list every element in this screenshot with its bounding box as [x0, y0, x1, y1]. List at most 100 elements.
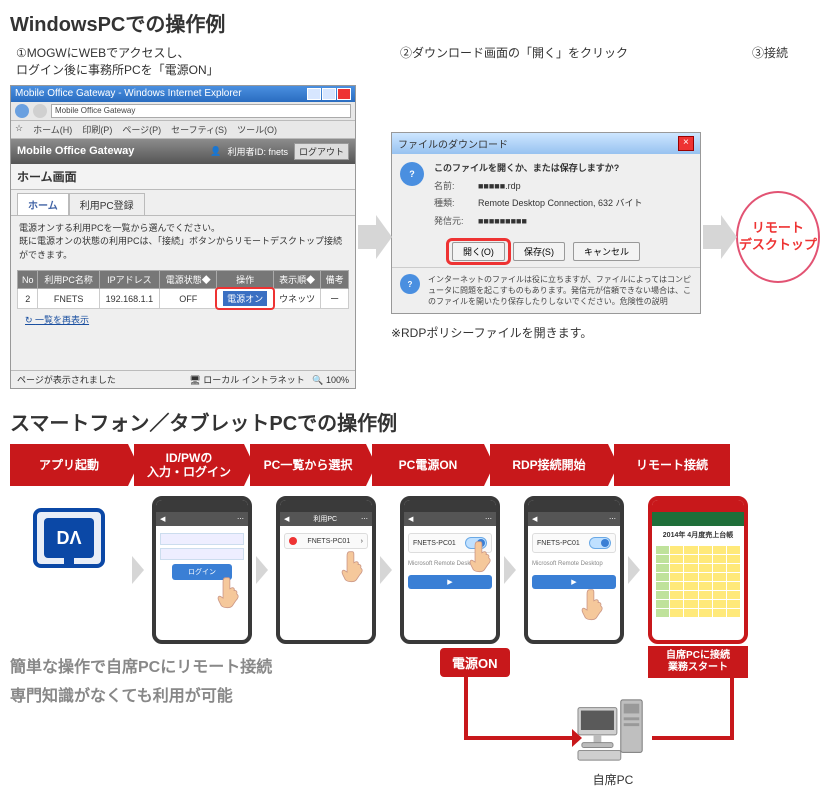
- step-app-launch: アプリ起動: [10, 444, 128, 486]
- reload-link[interactable]: 一覧を再表示: [17, 309, 97, 330]
- app-logo-text: DΛ: [44, 518, 94, 558]
- home-heading: ホーム画面: [11, 164, 355, 190]
- step1-label: ①MOGWにWEBでアクセスし、 ログイン後に事務所PCを「電源ON」: [10, 45, 390, 79]
- forward-icon[interactable]: [33, 104, 47, 118]
- ie-toolbar: Mobile Office Gateway: [11, 102, 355, 121]
- chevron-right-icon: ›: [361, 538, 363, 545]
- save-button[interactable]: 保存(S): [513, 242, 565, 261]
- menu-tools[interactable]: ツール(O): [237, 123, 277, 136]
- address-bar[interactable]: Mobile Office Gateway: [51, 104, 351, 118]
- dialog-title: ファイルのダウンロード: [398, 136, 508, 151]
- rdp-start-button[interactable]: ▶: [408, 575, 492, 589]
- cell-ip: 192.168.1.1: [99, 289, 159, 309]
- mobile-steps: アプリ起動 ID/PWの 入力・ログイン PC一覧から選択 PC電源ON RDP…: [10, 444, 820, 486]
- power-on-chip: 電源ON: [440, 648, 510, 677]
- col-power: 電源状態◆: [160, 271, 217, 289]
- step-pc-power: PC電源ON: [372, 444, 484, 486]
- power-on-button[interactable]: 電源オン: [223, 291, 267, 306]
- cell-order: ウネッツ: [273, 289, 321, 309]
- ie-title-text: Mobile Office Gateway - Windows Internet…: [15, 88, 242, 99]
- phone-remote: 2014年 4月度売上台帳: [648, 496, 748, 644]
- hand-icon: [340, 550, 366, 584]
- step3-label: ③接続: [720, 45, 820, 79]
- chevron-right-icon: [132, 556, 148, 584]
- hand-icon: [468, 540, 494, 574]
- table-row: 2 FNETS 192.168.1.1 OFF 電源オン ウネッツ ー: [18, 289, 349, 309]
- section1-title: WindowsPCでの操作例: [10, 8, 820, 37]
- flow-line: [652, 736, 734, 740]
- col-name: 利用PC名称: [38, 271, 99, 289]
- download-dialog: ファイルのダウンロード × ? このファイルを開くか、または保存しますか? 名前…: [391, 132, 701, 314]
- cell-remark: ー: [321, 289, 349, 309]
- cell-power: OFF: [160, 289, 217, 309]
- summary-text: 簡単な操作で自席PCにリモート接続 専門知識がなくても利用が可能: [10, 654, 272, 712]
- phone-pc-list: ◀利用PC⋯ FNETS-PC01›: [276, 496, 376, 644]
- step-rdp-start: RDP接続開始: [490, 444, 608, 486]
- remote-desktop-circle: リモート デスクトップ: [736, 191, 820, 283]
- ie-statusbar: ページが表示されました 🖥 ローカル イントラネット 🔍 100%: [11, 370, 355, 388]
- pc-table: No 利用PC名称 IPアドレス 電源状態◆ 操作 表示順◆ 備考 2 FNET…: [17, 270, 349, 309]
- ie-window: Mobile Office Gateway - Windows Internet…: [10, 85, 356, 390]
- col-remark: 備考: [321, 271, 349, 289]
- flow-line: [464, 674, 468, 740]
- close-icon[interactable]: [337, 88, 351, 100]
- hand-icon: [216, 576, 242, 610]
- hand-icon: [580, 588, 606, 622]
- warning-text: インターネットのファイルは役に立ちますが、ファイルによってはコンピュータに問題を…: [428, 274, 692, 307]
- ie-titlebar: Mobile Office Gateway - Windows Internet…: [11, 86, 355, 102]
- logout-button[interactable]: ログアウト: [294, 143, 349, 160]
- app-icon: DΛ: [33, 508, 105, 568]
- chevron-right-icon: [380, 556, 396, 584]
- status-zone: ローカル イントラネット: [203, 375, 305, 385]
- menu-print[interactable]: 印刷(P): [82, 123, 112, 136]
- arrow-up-icon: [723, 666, 741, 676]
- menu-page[interactable]: ページ(P): [122, 123, 161, 136]
- section2-title: スマートフォン／タブレットPCでの操作例: [10, 407, 820, 436]
- phone-rdp: ◀⋯ FNETS-PC01 Microsoft Remote Desktop ▶: [524, 496, 624, 644]
- desktop-pc-icon: [574, 694, 652, 766]
- rdp-start-button[interactable]: ▶: [532, 575, 616, 589]
- cancel-button[interactable]: キャンセル: [573, 242, 640, 261]
- menu-home[interactable]: ホーム(H): [33, 123, 72, 136]
- dialog-titlebar: ファイルのダウンロード ×: [392, 133, 700, 154]
- mogw-header: Mobile Office Gateway 👤 利用者ID: fnets ログア…: [11, 139, 355, 164]
- list-item[interactable]: FNETS-PC01›: [284, 533, 368, 549]
- list-item[interactable]: FNETS-PC01: [532, 533, 616, 553]
- status-dot-icon: [289, 537, 297, 545]
- name-value: ■■■■■.rdp: [478, 180, 521, 194]
- name-label: 名前:: [434, 180, 472, 194]
- arrow-right-icon: [703, 207, 734, 267]
- chevron-right-icon: [628, 556, 644, 584]
- type-label: 種類:: [434, 197, 472, 211]
- from-label: 発信元:: [434, 215, 472, 229]
- tab-bar: ホーム 利用PC登録: [17, 193, 349, 215]
- minimize-icon[interactable]: [307, 88, 321, 100]
- col-ip: IPアドレス: [99, 271, 159, 289]
- dialog-close-icon[interactable]: ×: [678, 136, 694, 151]
- flow-line: [730, 674, 734, 740]
- tab-register-pc[interactable]: 利用PC登録: [69, 193, 145, 215]
- app-name: Mobile Office Gateway: [17, 145, 134, 157]
- chevron-right-icon: [504, 556, 520, 584]
- type-value: Remote Desktop Connection, 632 バイト: [478, 197, 643, 211]
- back-icon[interactable]: [15, 104, 29, 118]
- zone-icon: 🖥: [189, 375, 200, 385]
- cell-name: FNETS: [38, 289, 99, 309]
- power-toggle[interactable]: [589, 537, 611, 549]
- info-icon: ?: [400, 274, 420, 294]
- arrow-right-icon: [358, 207, 389, 267]
- tab-home[interactable]: ホーム: [17, 193, 69, 215]
- id-field[interactable]: [160, 533, 244, 545]
- rdp-note: ※RDPポリシーファイルを開きます。: [391, 324, 701, 341]
- dialog-question: このファイルを開くか、または保存しますか?: [434, 162, 692, 176]
- maximize-icon[interactable]: [322, 88, 336, 100]
- flow-line: [464, 736, 572, 740]
- col-no: No: [18, 271, 38, 289]
- favorites-icon[interactable]: ☆: [15, 123, 23, 136]
- menu-safety[interactable]: セーフティ(S): [171, 123, 227, 136]
- open-button[interactable]: 開く(O): [452, 242, 505, 261]
- pw-field[interactable]: [160, 548, 244, 560]
- col-op: 操作: [217, 271, 273, 289]
- dialog-buttons: 開く(O) 保存(S) キャンセル: [392, 236, 700, 267]
- instructions-text: 電源オンする利用PCを一覧から選んでください。 既に電源オンの状態の利用PCは、…: [11, 215, 355, 269]
